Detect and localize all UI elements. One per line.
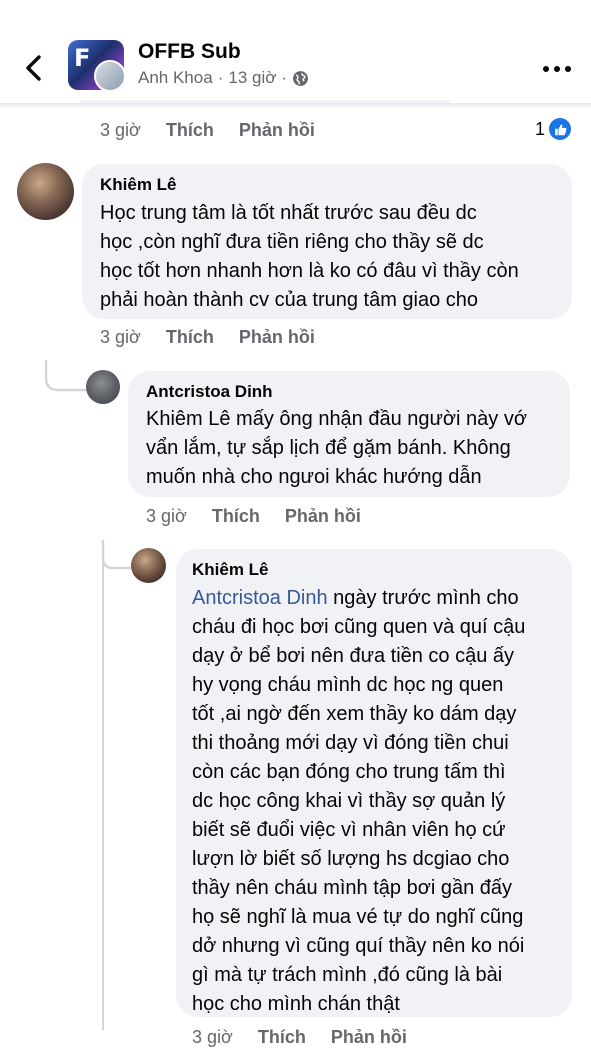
reaction-count-number: 1 xyxy=(535,118,546,139)
like-button[interactable]: Thích xyxy=(166,327,214,348)
comment-time[interactable]: 3 giờ xyxy=(100,120,141,141)
post-meta: Anh Khoa · 13 giờ · xyxy=(138,68,309,88)
dot-icon xyxy=(565,66,571,72)
reply-button[interactable]: Phản hồi xyxy=(239,120,315,141)
reaction-count[interactable]: 1 xyxy=(535,118,572,140)
comment-time[interactable]: 3 giờ xyxy=(192,1027,233,1048)
comment-time[interactable]: 3 giờ xyxy=(100,327,141,348)
meta-separator: · xyxy=(217,68,224,87)
thread-line xyxy=(102,540,105,1030)
comment-author[interactable]: Khiêm Lê xyxy=(192,560,269,580)
dot-icon xyxy=(554,66,560,72)
like-button[interactable]: Thích xyxy=(258,1027,306,1048)
group-avatar[interactable]: F xyxy=(68,40,124,90)
comment-actions-1: 3 giờ Thích Phản hồi xyxy=(100,327,315,348)
thread-connector-2 xyxy=(101,540,131,570)
dot-icon xyxy=(543,66,549,72)
reply-button[interactable]: Phản hồi xyxy=(285,506,361,527)
header-divider xyxy=(0,103,591,109)
group-logo-text: F xyxy=(74,44,91,72)
post-time[interactable]: 13 giờ xyxy=(228,68,276,88)
comment-actions-3: 3 giờ Thích Phản hồi xyxy=(192,1027,407,1048)
comment-time[interactable]: 3 giờ xyxy=(146,506,187,527)
comment-bubble: Antcristoa Dinh Khiêm Lê mấy ông nhận đầ… xyxy=(128,371,570,497)
comment-bubble: Khiêm Lê Antcristoa Dinh ngày trước mình… xyxy=(176,549,572,1017)
comment-body: ngày trước mình cho cháu đi học bơi cũng… xyxy=(192,587,526,1015)
thumbs-up-icon xyxy=(549,118,572,140)
comment-text: Học trung tâm là tốt nhất trước sau đều … xyxy=(100,202,519,311)
post-author[interactable]: Anh Khoa xyxy=(138,68,213,88)
chevron-left-icon xyxy=(26,55,41,81)
meta-separator-2: · xyxy=(281,68,288,87)
comment-text: Khiêm Lê mấy ông nhận đầu người này vớ v… xyxy=(146,408,527,488)
reply-button[interactable]: Phản hồi xyxy=(239,327,315,348)
globe-icon xyxy=(293,70,308,86)
comment-author[interactable]: Khiêm Lê xyxy=(100,175,177,195)
more-options-button[interactable] xyxy=(543,64,571,74)
back-button[interactable] xyxy=(22,52,46,84)
reply-button[interactable]: Phản hồi xyxy=(331,1027,407,1048)
comment-text: Antcristoa Dinh ngày trước mình cho cháu… xyxy=(192,584,525,1019)
avatar[interactable] xyxy=(131,548,166,583)
comment-bubble: Khiêm Lê Học trung tâm là tốt nhất trước… xyxy=(82,164,572,319)
comment-author[interactable]: Antcristoa Dinh xyxy=(146,382,273,402)
avatar[interactable] xyxy=(17,163,74,220)
comment-actions-0: 3 giờ Thích Phản hồi xyxy=(100,120,315,141)
like-button[interactable]: Thích xyxy=(166,120,214,141)
avatar[interactable] xyxy=(86,370,120,404)
group-name[interactable]: OFFB Sub xyxy=(138,40,241,64)
mention-link[interactable]: Antcristoa Dinh xyxy=(192,587,328,609)
comment-actions-2: 3 giờ Thích Phản hồi xyxy=(146,506,361,527)
like-button[interactable]: Thích xyxy=(212,506,260,527)
author-mini-avatar xyxy=(94,60,124,90)
